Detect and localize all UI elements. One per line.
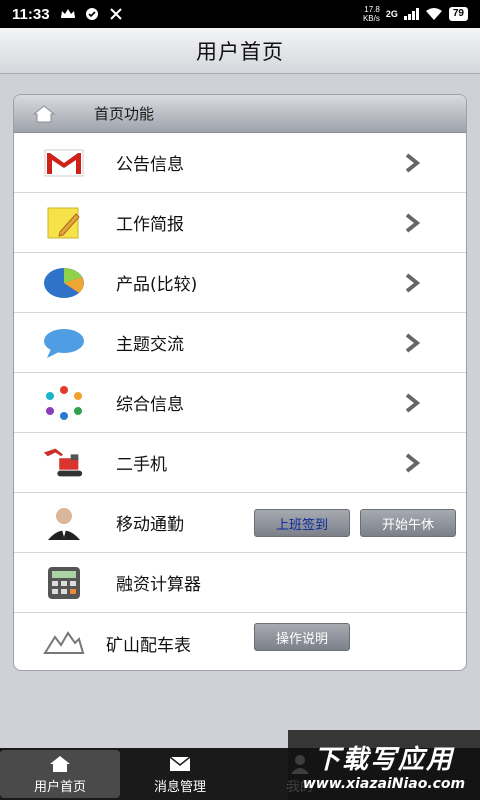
tab-messages[interactable]: 消息管理 bbox=[120, 748, 240, 800]
signal-icon bbox=[403, 8, 419, 20]
check-circle-icon bbox=[84, 7, 100, 21]
chevron-right-icon bbox=[405, 212, 420, 233]
menu-item-products[interactable]: 产品(比较) bbox=[14, 253, 466, 313]
excavator-icon bbox=[42, 443, 86, 483]
clock-in-button[interactable]: 上班签到 bbox=[254, 509, 350, 537]
card-header: 首页功能 bbox=[14, 95, 466, 133]
menu-item-label: 融资计算器 bbox=[116, 575, 201, 595]
menu-item-mine-vehicle-table[interactable]: 矿山配车表 操作说明 bbox=[14, 613, 466, 670]
tab-label: 消息管理 bbox=[153, 779, 206, 795]
network-type: 2G bbox=[385, 9, 398, 19]
menu-item-announcements[interactable]: 公告信息 bbox=[14, 133, 466, 193]
chevron-right-icon bbox=[405, 392, 420, 413]
speech-bubble-icon bbox=[42, 323, 86, 363]
menu-item-label: 公告信息 bbox=[116, 155, 184, 175]
person-avatar-icon bbox=[42, 503, 86, 543]
watermark-title: 下载写应用 bbox=[313, 744, 454, 775]
notepad-icon bbox=[42, 203, 86, 243]
menu-item-label: 二手机 bbox=[116, 455, 167, 475]
tools-icon bbox=[108, 7, 124, 21]
page-title: 用户首页 bbox=[0, 28, 480, 74]
chevron-right-icon bbox=[405, 452, 420, 473]
watermark: 下载写应用 www.xiazaiNiao.com bbox=[288, 730, 480, 800]
envelope-icon bbox=[169, 755, 191, 771]
chevron-right-icon bbox=[405, 152, 420, 173]
home-icon bbox=[50, 755, 70, 772]
menu-item-label: 矿山配车表 bbox=[106, 635, 191, 656]
menu-item-finance-calculator[interactable]: 融资计算器 bbox=[14, 553, 466, 613]
menu-item-used-machines[interactable]: 二手机 bbox=[14, 433, 466, 493]
chevron-right-icon bbox=[405, 332, 420, 353]
pie-chart-icon bbox=[42, 263, 86, 303]
battery-indicator: 79 bbox=[448, 7, 468, 21]
menu-item-label: 产品(比较) bbox=[116, 275, 198, 295]
crown-icon bbox=[60, 7, 76, 21]
mail-icon bbox=[42, 143, 86, 183]
menu-item-label: 移动通勤 bbox=[116, 515, 184, 535]
status-bar: 11:33 17.8 KB/s 2G 79 bbox=[0, 0, 480, 28]
menu-item-topic-discussion[interactable]: 主题交流 bbox=[14, 313, 466, 373]
card-header-title: 首页功能 bbox=[94, 105, 155, 123]
home-function-card: 首页功能 公告信息 工作简报 产品(比较) 主题交流 综合信息 二手机 移动通勤… bbox=[13, 94, 467, 671]
calculator-icon bbox=[42, 563, 86, 603]
watermark-url: www.xiazaiNiao.com bbox=[302, 775, 466, 792]
menu-item-mobile-commute: 移动通勤 上班签到 开始午休 bbox=[14, 493, 466, 553]
menu-item-label: 工作简报 bbox=[116, 215, 184, 235]
menu-item-label: 综合信息 bbox=[116, 395, 184, 415]
home-icon bbox=[32, 104, 56, 122]
status-time: 11:33 bbox=[12, 5, 50, 23]
tab-home[interactable]: 用户首页 bbox=[0, 750, 120, 798]
menu-item-label: 主题交流 bbox=[116, 335, 184, 355]
start-lunch-break-button[interactable]: 开始午休 bbox=[360, 509, 456, 537]
people-circle-icon bbox=[42, 383, 86, 423]
chevron-right-icon bbox=[405, 272, 420, 293]
network-speed: 17.8 KB/s bbox=[362, 5, 380, 23]
menu-item-work-brief[interactable]: 工作简报 bbox=[14, 193, 466, 253]
menu-item-general-info[interactable]: 综合信息 bbox=[14, 373, 466, 433]
wifi-icon bbox=[425, 8, 442, 20]
tab-label: 用户首页 bbox=[33, 779, 86, 795]
mountain-icon bbox=[42, 623, 86, 663]
instructions-button[interactable]: 操作说明 bbox=[254, 623, 350, 651]
